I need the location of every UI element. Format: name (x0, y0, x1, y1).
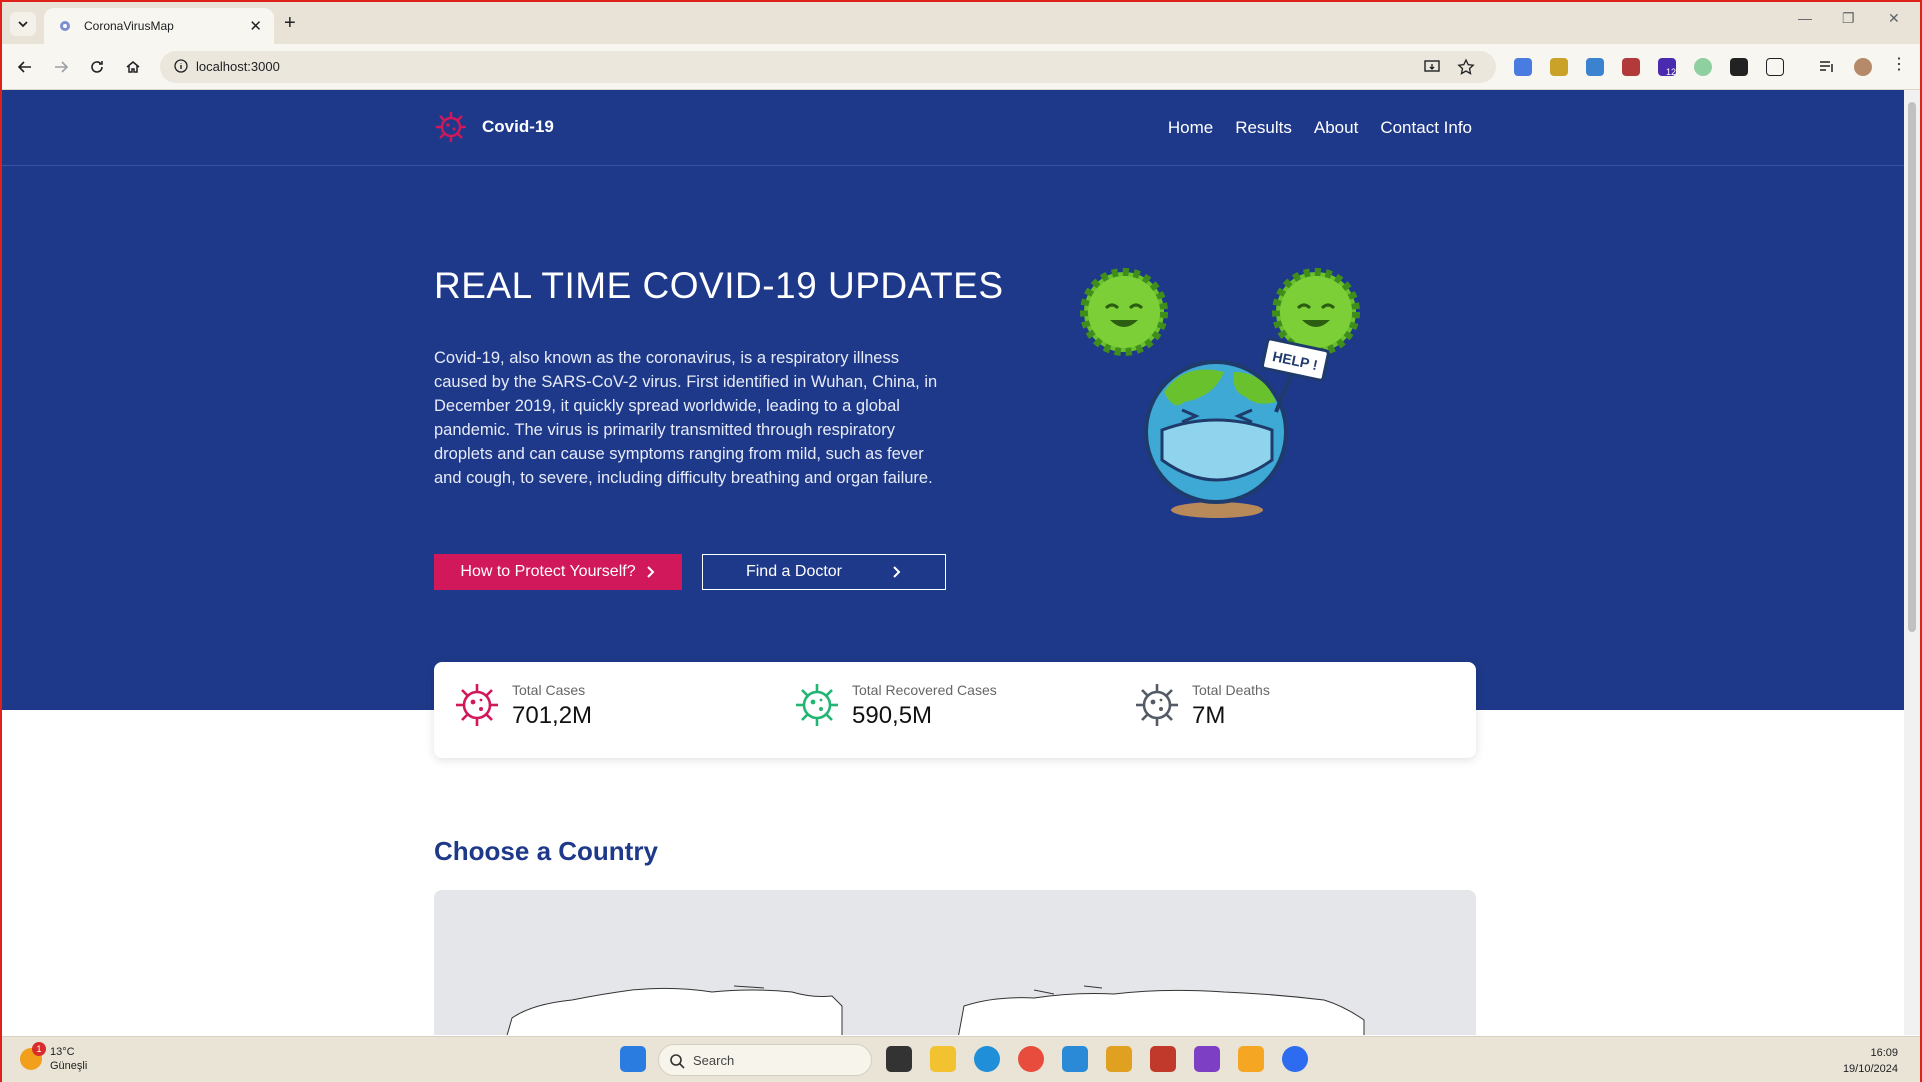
earth-mask-illustration: HELP ! (1080, 268, 1360, 518)
search-icon (670, 1054, 685, 1069)
system-clock[interactable]: 16:09 19/10/2024 (1843, 1045, 1898, 1077)
site-info-icon[interactable] (174, 59, 188, 73)
browser-tabstrip: CoronaVirusMap ✕ + — ❐ ✕ (2, 2, 1920, 44)
extension-badge-count: 12 (1665, 67, 1676, 77)
chrome-icon[interactable] (1018, 1046, 1044, 1072)
clock-date: 19/10/2024 (1842, 1063, 1898, 1075)
stat-total-deaths: Total Deaths 7M (1134, 682, 1270, 730)
taskbar-search[interactable]: Search (658, 1044, 872, 1076)
eyedropper-extension-icon[interactable] (1730, 58, 1748, 76)
nav-link-contact[interactable]: Contact Info (1380, 118, 1472, 138)
green-virus-left (1080, 268, 1168, 356)
virus-icon (1136, 684, 1178, 726)
brand-name: Covid-19 (482, 117, 554, 136)
sun-icon: 1 (20, 1042, 46, 1070)
green-virus-right (1272, 268, 1360, 356)
task-view-icon[interactable] (886, 1046, 912, 1072)
virus-icon (796, 684, 838, 726)
stat-recovered-cases: Total Recovered Cases 590,5M (794, 682, 997, 730)
protect-button-label: How to Protect Yourself? (460, 563, 636, 580)
bookmark-star-icon[interactable] (1456, 57, 1476, 77)
media-control-icon[interactable] (1818, 58, 1836, 76)
find-doctor-button[interactable]: Find a Doctor (702, 554, 946, 590)
scrollbar-thumb[interactable] (1908, 102, 1916, 632)
doctor-button-label: Find a Doctor (745, 563, 843, 580)
virus-logo-icon (436, 112, 466, 142)
windows-taskbar: 1 13°C Güneşli Search 16:09 19/10/2024 (2, 1036, 1920, 1082)
tab-title: CoronaVirusMap (84, 19, 174, 33)
hero-description: Covid-19, also known as the coronavirus,… (434, 349, 938, 487)
hero-section: Covid-19 Home Results About Contact Info… (2, 90, 1904, 710)
choose-country-title: Choose a Country (434, 836, 658, 866)
reload-icon[interactable] (84, 54, 110, 80)
search-label: Search (693, 1053, 735, 1068)
address-bar[interactable]: localhost:3000 (160, 51, 1496, 83)
nav-link-home[interactable]: Home (1168, 118, 1213, 138)
chevron-right-icon (893, 566, 901, 578)
temperature: 13°C (50, 1046, 75, 1058)
firebase-icon[interactable] (1238, 1046, 1264, 1072)
extension-icon[interactable] (1586, 58, 1604, 76)
app-icon[interactable] (1150, 1046, 1176, 1072)
install-app-icon[interactable] (1422, 57, 1442, 77)
hero-title: REAL TIME COVID-19 UPDATES (434, 265, 1004, 306)
world-map-svg (506, 985, 1365, 1035)
slack-icon[interactable] (1106, 1046, 1132, 1072)
extension-badge-icon[interactable]: 12 (1658, 58, 1676, 77)
main-menu: Home Results About Contact Info (1146, 118, 1472, 138)
stat-total-cases: Total Cases 701,2M (454, 682, 592, 730)
stats-card: Total Cases 701,2M Total Recovered Cases… (434, 662, 1476, 758)
restore-icon[interactable]: ❐ (1842, 10, 1855, 27)
vscode-icon[interactable] (1062, 1046, 1088, 1072)
bootstrap-icon[interactable] (1194, 1046, 1220, 1072)
zoom-icon[interactable] (1282, 1046, 1308, 1072)
profile-avatar[interactable] (1854, 58, 1872, 76)
minimize-icon[interactable]: — (1798, 10, 1812, 26)
url-text: localhost:3000 (196, 59, 280, 74)
stat-label: Total Cases (512, 682, 586, 698)
browser-tab[interactable]: CoronaVirusMap ✕ (44, 8, 274, 44)
site-navbar: Covid-19 Home Results About Contact Info (2, 90, 1904, 166)
extension-icon[interactable] (1694, 58, 1712, 76)
clock-time: 16:09 (1870, 1047, 1898, 1059)
close-window-icon[interactable]: ✕ (1888, 10, 1900, 27)
weather-condition: Güneşli (50, 1060, 88, 1072)
nav-link-results[interactable]: Results (1235, 118, 1292, 138)
protect-yourself-button[interactable]: How to Protect Yourself? (434, 554, 682, 590)
translate-extension-icon[interactable] (1514, 58, 1532, 76)
extension-icon[interactable] (1550, 58, 1568, 76)
chevron-right-icon (646, 566, 655, 578)
stat-value: 7M (1192, 702, 1226, 729)
stat-value: 590,5M (852, 702, 933, 729)
forward-icon[interactable] (48, 54, 74, 80)
menu-kebab-icon[interactable]: ⋮ (1890, 57, 1908, 76)
virus-icon (456, 684, 498, 726)
virus-favicon-icon (60, 21, 70, 31)
screen: CoronaVirusMap ✕ + — ❐ ✕ localhost:3000 … (0, 0, 1922, 1082)
web-page: Covid-19 Home Results About Contact Info… (2, 90, 1904, 1035)
page-scrollbar[interactable] (1904, 90, 1920, 1035)
stat-value: 701,2M (512, 702, 593, 729)
tab-search-chevron-icon[interactable] (10, 12, 36, 36)
file-explorer-icon[interactable] (930, 1046, 956, 1072)
new-tab-icon[interactable]: + (284, 12, 296, 34)
tab-close-icon[interactable]: ✕ (249, 17, 262, 35)
extensions-puzzle-icon[interactable] (1766, 58, 1784, 76)
browser-toolbar: localhost:3000 12 ⋮ (2, 44, 1920, 90)
home-icon[interactable] (120, 54, 146, 80)
stat-label: Total Recovered Cases (852, 682, 997, 698)
weather-widget[interactable]: 1 13°C Güneşli (20, 1042, 88, 1073)
edge-icon[interactable] (974, 1046, 1000, 1072)
stat-label: Total Deaths (1192, 682, 1270, 698)
extension-icon[interactable] (1622, 58, 1640, 76)
site-logo[interactable]: Covid-19 (434, 110, 554, 144)
windows-start-icon[interactable] (620, 1046, 646, 1072)
back-icon[interactable] (12, 54, 38, 80)
world-map[interactable] (434, 890, 1476, 1035)
weather-badge: 1 (32, 1042, 46, 1056)
nav-link-about[interactable]: About (1314, 118, 1358, 138)
